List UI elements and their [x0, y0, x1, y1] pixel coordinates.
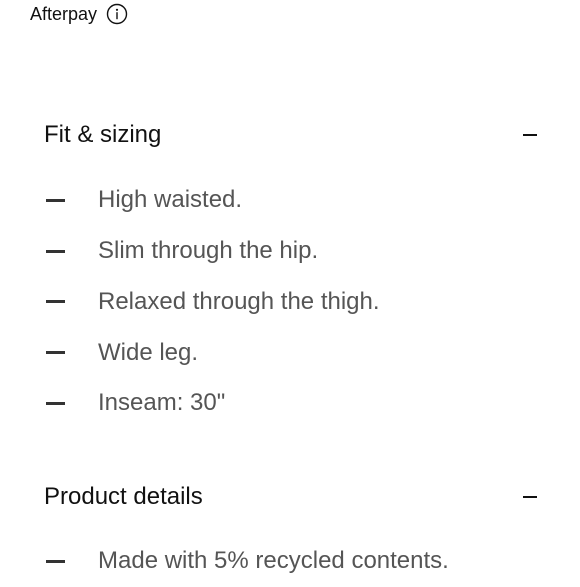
dash-icon — [46, 401, 65, 405]
dash-icon — [46, 198, 65, 202]
list-item: Inseam: 30" — [46, 378, 380, 429]
dash-icon — [46, 351, 65, 355]
afterpay-label: Afterpay — [30, 3, 98, 24]
section-title: Product details — [44, 483, 203, 510]
list-item: Slim through the hip. — [46, 226, 380, 277]
minus-icon[interactable] — [520, 125, 540, 145]
list-item-text: Inseam: 30" — [98, 389, 226, 417]
section-header-product-details[interactable]: Product details — [44, 480, 540, 514]
list-item-text: High waisted. — [98, 186, 243, 214]
product-details-list: Made with 5% recycled contents. — [46, 536, 449, 587]
list-item-text: Wide leg. — [98, 338, 199, 366]
list-item-text: Made with 5% recycled contents. — [98, 547, 449, 575]
list-item: Relaxed through the thigh. — [46, 277, 380, 328]
list-item-text: Relaxed through the thigh. — [98, 287, 380, 315]
dash-icon — [46, 249, 65, 253]
list-item: Wide leg. — [46, 327, 380, 378]
info-icon[interactable] — [105, 2, 129, 26]
dash-icon — [46, 559, 65, 563]
afterpay-row: Afterpay — [30, 2, 129, 26]
section-header-fit-sizing[interactable]: Fit & sizing — [44, 118, 540, 152]
fit-sizing-list: High waisted. Slim through the hip. Rela… — [46, 175, 380, 429]
list-item-text: Slim through the hip. — [98, 237, 319, 265]
list-item: Made with 5% recycled contents. — [46, 536, 449, 587]
dash-icon — [46, 300, 65, 304]
section-title: Fit & sizing — [44, 121, 162, 148]
list-item: High waisted. — [46, 175, 380, 226]
minus-icon[interactable] — [520, 487, 540, 507]
